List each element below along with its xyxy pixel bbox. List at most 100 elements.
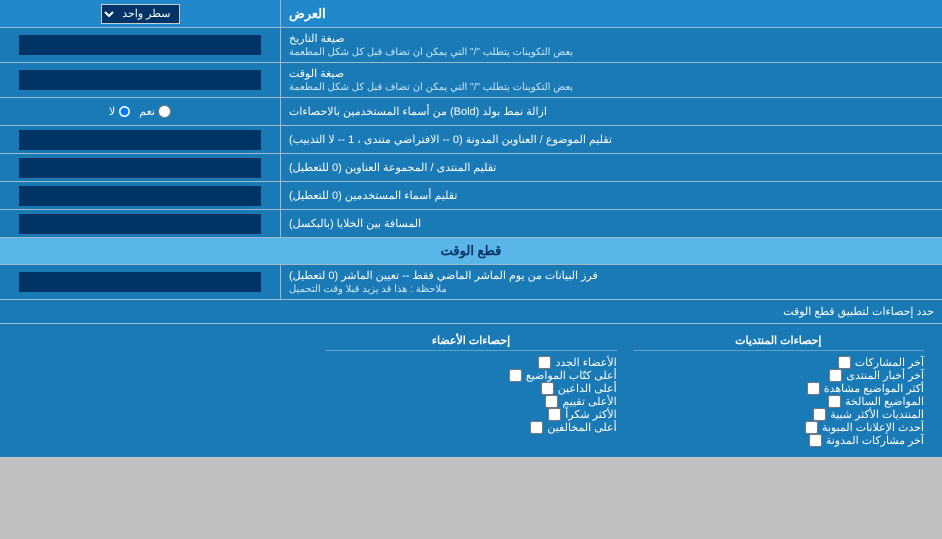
top-online-item: أعلى الداعين [325, 382, 616, 395]
time-format-input[interactable]: H:i [19, 70, 260, 90]
last-posts-item: آخر المشاركات [633, 356, 924, 369]
date-format-sublabel: بعض التكوينات يتطلب "/" التي يمكن ان تضا… [289, 47, 573, 58]
bold-no-label[interactable]: لا [109, 105, 131, 118]
forum-stats-header: إحصاءات المنتديات [633, 334, 924, 351]
display-label: العرض [280, 0, 942, 27]
bold-no-radio[interactable] [118, 105, 131, 118]
most-thanks-checkbox[interactable] [548, 408, 561, 421]
limit-title: حدد إحصاءات لتطبيق قطع الوقت [783, 306, 934, 318]
top-posters-item: أعلى كتّاب المواضيع [325, 369, 616, 382]
new-members-item: الأعضاء الجدد [325, 356, 616, 369]
top-online-label: أعلى الداعين [558, 382, 617, 395]
top-rated-checkbox[interactable] [545, 395, 558, 408]
forum-trim-row: تقليم المنتدى / المجموعة العناوين (0 للت… [0, 154, 942, 182]
checkboxes-section: إحصاءات المنتديات آخر المشاركات آخر أخبا… [0, 324, 942, 457]
forum-trim-title: تقليم المنتدى / المجموعة العناوين (0 للت… [289, 161, 496, 174]
username-trim-input[interactable]: 0 [19, 186, 260, 206]
subject-trim-row: تقليم الموضوع / العناوين المدونة (0 -- ا… [0, 126, 942, 154]
subject-trim-label: تقليم الموضوع / العناوين المدونة (0 -- ا… [280, 126, 942, 153]
time-format-sublabel: بعض التكوينات يتطلب "/" التي يمكن ان تضا… [289, 82, 573, 93]
member-stats-title: إحصاءات الأعضاء [432, 335, 510, 347]
similar-forums-checkbox[interactable] [813, 408, 826, 421]
cell-distance-label: المسافة بين الخلايا (بالبكسل) [280, 210, 942, 237]
realtime-title: قطع الوقت [441, 243, 502, 258]
bold-yes-label[interactable]: نعم [139, 105, 171, 118]
username-trim-title: تقليم أسماء المستخدمين (0 للتعطيل) [289, 189, 457, 202]
bold-radio-group: نعم لا [109, 105, 171, 118]
date-format-input-container: d-m [0, 28, 280, 62]
last-posts-checkbox[interactable] [838, 356, 851, 369]
top-blocked-label: أعلى المخالفين [547, 421, 616, 434]
limit-label: حدد إحصاءات لتطبيق قطع الوقت [0, 300, 942, 323]
realtime-section-header: قطع الوقت [0, 238, 942, 265]
last-noted-checkbox[interactable] [809, 434, 822, 447]
subject-trim-title: تقليم الموضوع / العناوين المدونة (0 -- ا… [289, 133, 612, 146]
top-online-checkbox[interactable] [541, 382, 554, 395]
most-viewed-label: أكثر المواضيع مشاهدة [824, 382, 924, 395]
data-filter-input[interactable]: 0 [19, 272, 260, 292]
bold-no-text: لا [109, 105, 115, 118]
forum-trim-input-container: 33 [0, 154, 280, 181]
date-format-label: صيغة التاريخ بعض التكوينات يتطلب "/" الت… [280, 28, 942, 62]
cell-distance-input[interactable]: 2 [19, 214, 260, 234]
forum-stats-col: إحصاءات المنتديات آخر المشاركات آخر أخبا… [625, 330, 932, 451]
top-posters-checkbox[interactable] [509, 369, 522, 382]
date-format-title: صيغة التاريخ [289, 32, 344, 45]
username-trim-input-container: 0 [0, 182, 280, 209]
dropdown-container: سطر واحد [0, 0, 280, 27]
subject-trim-input[interactable]: 33 [19, 130, 260, 150]
data-filter-sublabel: ملاحظة : هذا قد يزيد قبلا وقت التحميل [289, 284, 447, 295]
top-header-row: العرض سطر واحد [0, 0, 942, 28]
bold-yes-text: نعم [139, 105, 155, 118]
top-blocked-checkbox[interactable] [530, 421, 543, 434]
most-thanks-label: الأكثر شكراً [565, 408, 616, 421]
last-posts-label: آخر المشاركات [855, 356, 924, 369]
forum-trim-input[interactable]: 33 [19, 158, 260, 178]
display-title: العرض [289, 6, 326, 22]
new-members-label: الأعضاء الجدد [555, 356, 616, 369]
last-noted-item: آخر مشاركات المدونة [633, 434, 924, 447]
last-noted-label: آخر مشاركات المدونة [826, 434, 924, 447]
top-rated-item: الأعلى تقييم [325, 395, 616, 408]
forum-trim-label: تقليم المنتدى / المجموعة العناوين (0 للت… [280, 154, 942, 181]
top-posters-label: أعلى كتّاب المواضيع [526, 369, 617, 382]
data-filter-input-container: 0 [0, 265, 280, 299]
data-filter-row: فرز البيانات من يوم الماشر الماضي فقط --… [0, 265, 942, 300]
bold-title: ازالة نمط بولد (Bold) من أسماء المستخدمي… [289, 105, 547, 118]
new-members-checkbox[interactable] [538, 356, 551, 369]
bold-label: ازالة نمط بولد (Bold) من أسماء المستخدمي… [280, 98, 942, 125]
username-trim-label: تقليم أسماء المستخدمين (0 للتعطيل) [280, 182, 942, 209]
time-format-input-container: H:i [0, 63, 280, 97]
bold-row: ازالة نمط بولد (Bold) من أسماء المستخدمي… [0, 98, 942, 126]
date-format-input[interactable]: d-m [19, 35, 260, 55]
old-topics-checkbox[interactable] [828, 395, 841, 408]
member-stats-col: إحصاءات الأعضاء الأعضاء الجدد أعلى كتّاب… [317, 330, 624, 451]
empty-col [10, 330, 317, 451]
cell-distance-input-container: 2 [0, 210, 280, 237]
most-viewed-checkbox[interactable] [807, 382, 820, 395]
old-topics-label: المواضيع السالخة [845, 395, 924, 408]
recent-ads-item: أحدث الإعلانات المبوبة [633, 421, 924, 434]
bold-radio-container: نعم لا [0, 98, 280, 125]
old-topics-item: المواضيع السالخة [633, 395, 924, 408]
most-thanks-item: الأكثر شكراً [325, 408, 616, 421]
cell-distance-row: المسافة بين الخلايا (بالبكسل) 2 [0, 210, 942, 238]
most-viewed-item: أكثر المواضيع مشاهدة [633, 382, 924, 395]
time-format-label: صيغة الوقت بعض التكوينات يتطلب "/" التي … [280, 63, 942, 97]
forum-news-item: آخر أخبار المنتدى [633, 369, 924, 382]
limit-row: حدد إحصاءات لتطبيق قطع الوقت [0, 300, 942, 324]
recent-ads-checkbox[interactable] [805, 421, 818, 434]
subject-trim-input-container: 33 [0, 126, 280, 153]
forum-stats-title: إحصاءات المنتديات [735, 335, 821, 347]
bold-yes-radio[interactable] [158, 105, 171, 118]
top-rated-label: الأعلى تقييم [562, 395, 616, 408]
checkboxes-row: إحصاءات المنتديات آخر المشاركات آخر أخبا… [10, 330, 932, 451]
date-format-row: صيغة التاريخ بعض التكوينات يتطلب "/" الت… [0, 28, 942, 63]
lines-dropdown[interactable]: سطر واحد [101, 4, 180, 24]
similar-forums-item: المنتديات الأكثر شبية [633, 408, 924, 421]
time-format-row: صيغة الوقت بعض التكوينات يتطلب "/" التي … [0, 63, 942, 98]
data-filter-title: فرز البيانات من يوم الماشر الماضي فقط --… [289, 269, 598, 282]
data-filter-label: فرز البيانات من يوم الماشر الماضي فقط --… [280, 265, 942, 299]
top-blocked-item: أعلى المخالفين [325, 421, 616, 434]
forum-news-checkbox[interactable] [829, 369, 842, 382]
